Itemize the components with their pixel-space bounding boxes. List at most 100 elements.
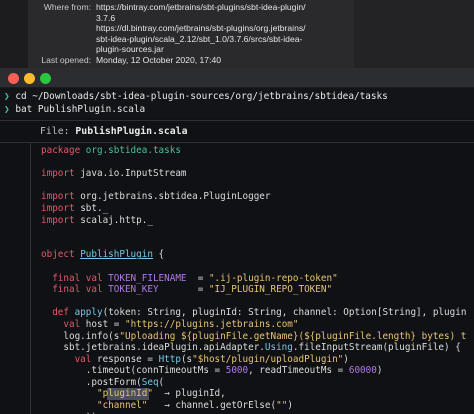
info-key (28, 34, 96, 45)
info-key: Last opened: (41, 54, 91, 65)
code-text: sbt.jetbrains.ideaPlugin.apiAdapter.Usin… (41, 342, 461, 354)
code-token: ( (158, 376, 165, 388)
code-line: log.info(s"Uploading ${pluginFile.getNam… (0, 331, 474, 343)
code-token: PublishPlugin (80, 249, 153, 261)
code-token: object (41, 249, 81, 261)
code-token: java.io.InputStream (80, 168, 187, 180)
command-text: bat PublishPlugin.scala (15, 104, 146, 115)
code-token: host = (85, 318, 125, 330)
code-token: , readTimeoutMs = (248, 365, 349, 377)
code-line: import sbt._ (0, 203, 474, 215)
command-history: ❯ cd ~/Downloads/sbt-idea-plugin-sources… (0, 90, 474, 120)
code-token: scalaj.http._ (80, 214, 153, 226)
prompt-icon: ❯ (4, 104, 10, 115)
divider (0, 120, 474, 121)
code-token: (token: String, pluginId: String, channe… (102, 307, 467, 319)
code-token: → channel.getOrElse( (147, 400, 277, 412)
code-token: ) (343, 353, 349, 365)
code-line: def apply(token: String, pluginId: Strin… (0, 307, 474, 319)
code-token: "https://plugins.jetbrains.com" (124, 318, 299, 330)
code-line: package org.sbtidea.tasks (0, 145, 474, 157)
terminal-window[interactable]: ❯ cd ~/Downloads/sbt-idea-plugin-sources… (0, 68, 474, 414)
info-value[interactable]: 3.7.6 (96, 13, 358, 24)
code-token: "pluginId" (96, 388, 153, 400)
code-token: "Uploading ${pluginFile.getName}(${plugi… (119, 330, 467, 342)
code-text: .postForm(Seq( (41, 377, 164, 389)
code-text: "channel" → channel.getOrElse("") (41, 400, 293, 412)
code-token: .postForm( (41, 376, 142, 388)
code-token: org.sbtidea.tasks (85, 145, 181, 156)
code-line: import java.io.InputStream (0, 168, 474, 180)
code-line: import scalaj.http._ (0, 215, 474, 227)
code-token: ".ij-plugin-repo-token" (208, 272, 338, 284)
code-token: def (41, 307, 75, 319)
code-token: "$host/plugin/uploadPlugin" (192, 353, 344, 365)
code-token: import (41, 191, 81, 203)
code-token: "IJ_PLUGIN_REPO_TOKEN" (208, 284, 333, 296)
zoom-window-button[interactable] (40, 73, 51, 84)
code-text: package org.sbtidea.tasks (41, 145, 181, 157)
code-text: log.info(s"Uploading ${pluginFile.getNam… (41, 331, 466, 343)
code-line: "channel" → channel.getOrElse("") (0, 400, 474, 412)
code-token: .timeout(connTimeoutMs = (41, 365, 226, 377)
info-key (28, 23, 96, 34)
code-token: .fileInputStream(pluginFile) { (292, 342, 461, 354)
code-line: .postForm(Seq( (0, 377, 474, 389)
info-value[interactable]: Monday, 12 October 2020, 17:40 (96, 55, 358, 66)
info-panel-backdrop (0, 0, 28, 68)
code-token: Http (158, 353, 181, 365)
code-token: org.jetbrains.sbtidea.PluginLogger (80, 191, 271, 203)
code-token: { (152, 249, 165, 261)
code-text: import java.io.InputStream (41, 168, 187, 180)
code-listing[interactable]: package org.sbtidea.tasks import java.io.… (0, 145, 474, 414)
code-text: final val TOKEN_KEY = "IJ_PLUGIN_REPO_TO… (41, 284, 332, 296)
info-value[interactable]: sbt-idea-plugin/scala_2.12/sbt_1.0/3.7.6… (96, 34, 358, 45)
info-value[interactable]: plugin-sources.jar (96, 44, 358, 55)
code-token: 5000 (225, 365, 249, 377)
code-token: TOKEN_KEY (108, 284, 159, 296)
code-token: TOKEN_FILENAME (108, 272, 187, 284)
info-row: Where from: https://bintray.com/jetbrains… (28, 2, 358, 13)
code-line: "pluginId" → pluginId, (0, 388, 474, 401)
code-token: sbt._ (80, 202, 109, 214)
info-value[interactable]: https://bintray.com/jetbrains/sbt-plugin… (96, 2, 358, 13)
info-row: https://dl.bintray.com/jetbrains/sbt-plu… (28, 23, 358, 34)
code-token: 60000 (348, 365, 377, 377)
file-info-panel: Where from: https://bintray.com/jetbrains… (0, 0, 474, 68)
code-token: sbt.jetbrains.ideaPlugin.apiAdapter. (41, 342, 265, 354)
command-line: ❯ bat PublishPlugin.scala (0, 103, 474, 116)
info-row: Last opened: Monday, 12 October 2020, 17:… (28, 55, 358, 66)
file-name: PublishPlugin.scala (75, 126, 188, 137)
code-token: = (158, 284, 209, 296)
close-window-button[interactable] (8, 73, 19, 84)
code-token: "" (276, 400, 288, 412)
code-token: log.info(s (41, 330, 120, 342)
file-header: File: PublishPlugin.scala (40, 126, 187, 137)
prompt-icon: ❯ (4, 91, 10, 102)
code-token: response = (96, 353, 159, 365)
info-key (28, 13, 96, 24)
code-text: .timeout(connTimeoutMs = 5000, readTimeo… (41, 365, 383, 377)
command-line: ❯ cd ~/Downloads/sbt-idea-plugin-sources… (0, 90, 474, 103)
code-token: Seq (141, 376, 159, 388)
code-token: import (41, 168, 81, 180)
info-value[interactable]: https://dl.bintray.com/jetbrains/sbt-plu… (96, 23, 358, 34)
code-line: object PublishPlugin { (0, 249, 474, 261)
code-text: final val TOKEN_FILENAME = ".ij-plugin-r… (41, 273, 338, 285)
file-info-rows: Where from: https://bintray.com/jetbrains… (28, 2, 358, 66)
code-token: "channel" (96, 400, 148, 412)
code-token: (s (180, 353, 193, 365)
info-row: plugin-sources.jar (28, 44, 358, 55)
terminal-titlebar[interactable] (0, 68, 474, 88)
info-key: Where from: (43, 2, 91, 12)
bat-output[interactable]: File: PublishPlugin.scala package org.sb… (0, 118, 474, 414)
file-header-label: File: (40, 126, 70, 137)
code-text: val host = "https://plugins.jetbrains.co… (41, 319, 298, 331)
code-token: import (41, 214, 81, 226)
minimize-window-button[interactable] (24, 73, 35, 84)
